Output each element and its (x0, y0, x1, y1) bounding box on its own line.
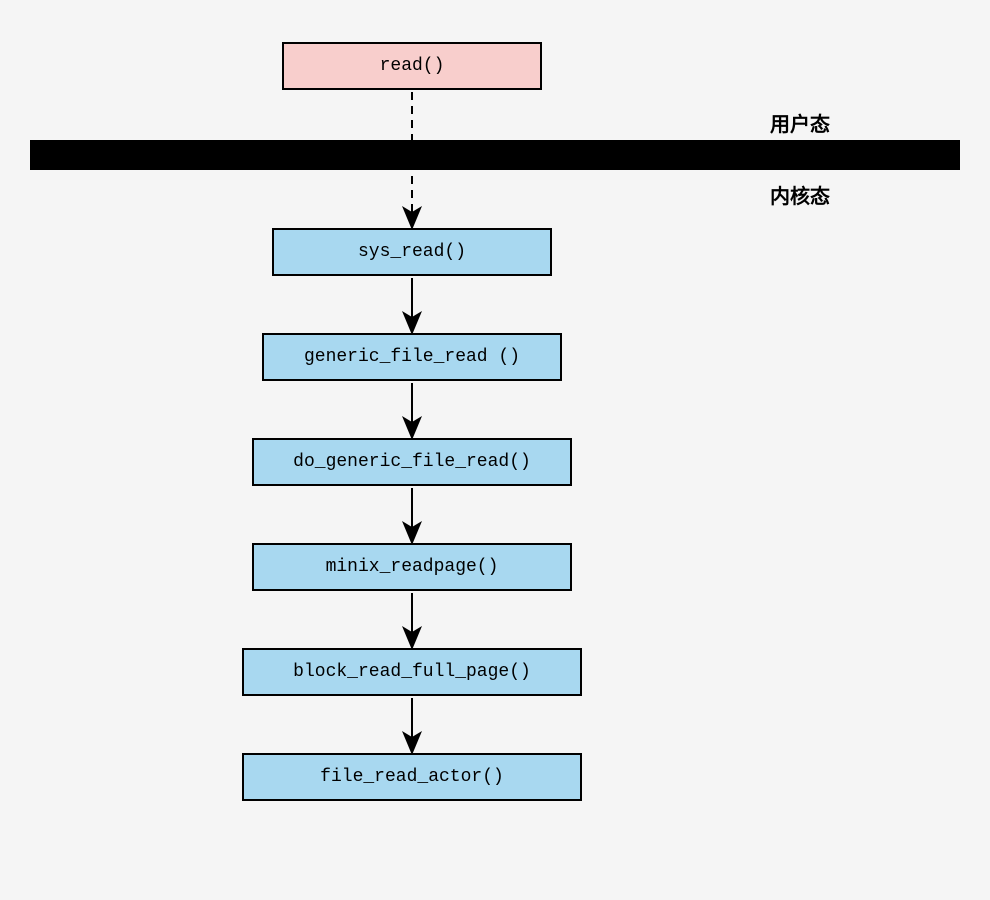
mode-divider-bar (30, 140, 960, 170)
node-sys-read: sys_read() (272, 228, 552, 276)
node-do-generic-file-read-label: do_generic_file_read() (293, 452, 531, 472)
node-file-read-actor: file_read_actor() (242, 753, 582, 801)
node-block-read-full-page-label: block_read_full_page() (293, 662, 531, 682)
node-read-label: read() (380, 56, 445, 76)
kernel-mode-label: 内核态 (770, 180, 830, 209)
node-block-read-full-page: block_read_full_page() (242, 648, 582, 696)
node-generic-file-read-label: generic_file_read () (304, 347, 520, 367)
node-do-generic-file-read: do_generic_file_read() (252, 438, 572, 486)
node-read: read() (282, 42, 542, 90)
node-file-read-actor-label: file_read_actor() (320, 767, 504, 787)
node-minix-readpage-label: minix_readpage() (326, 557, 499, 577)
user-mode-label: 用户态 (770, 108, 830, 137)
node-minix-readpage: minix_readpage() (252, 543, 572, 591)
node-generic-file-read: generic_file_read () (262, 333, 562, 381)
node-sys-read-label: sys_read() (358, 242, 466, 262)
